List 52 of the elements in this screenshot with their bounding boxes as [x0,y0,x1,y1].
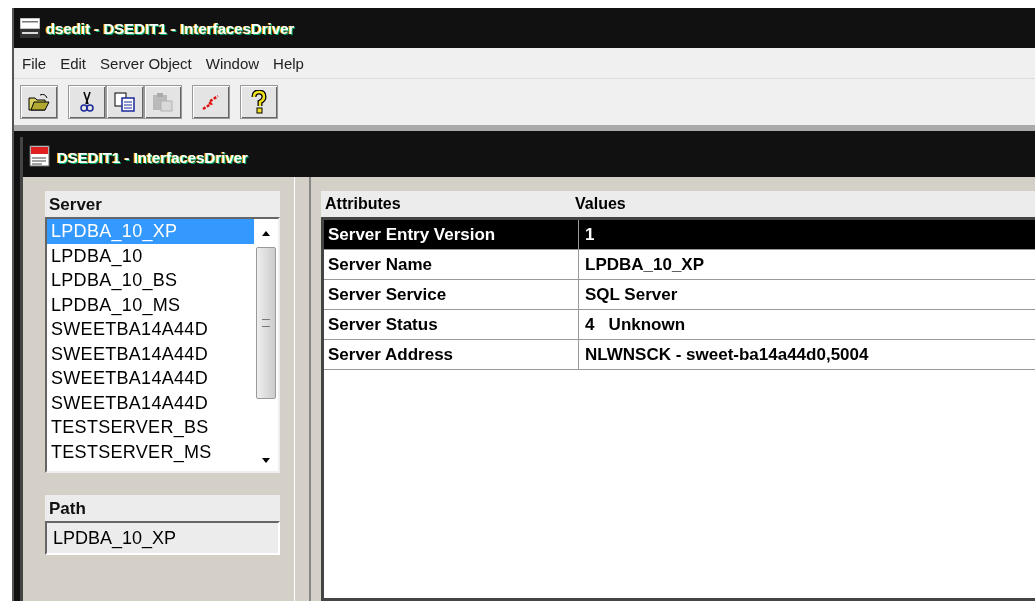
menu-item[interactable]: Server Object [100,54,192,72]
table-row[interactable]: Server Name LPDBA_10_XP [324,250,1035,280]
table-cell-text: SQL Server [584,284,678,305]
server-list-item[interactable]: LPDBA_10 [47,243,254,268]
menu-item[interactable]: Window [205,54,260,72]
scroll-up-icon[interactable] [261,229,271,237]
app-icon [20,18,40,38]
server-list-item[interactable]: SWEETBA14A44D [47,366,254,391]
menu-item[interactable]: Edit [60,54,87,72]
server-list-item[interactable]: TESTSERVER_MS [47,439,254,464]
server-list-item[interactable]: LPDBA_10_MS [47,292,254,317]
table-cell-text: 4 Unknown [584,314,686,335]
table-row[interactable]: Server Status 4 Unknown [324,310,1035,340]
server-label: Server [45,191,280,217]
server-list-item[interactable]: SWEETBA14A44D [47,341,254,366]
copy-icon [114,92,136,112]
document-icon [29,145,51,169]
scroll-down-icon[interactable] [261,457,271,465]
column-header: Attributes [324,195,402,213]
toolbar-button[interactable] [68,85,106,119]
path-label: Path [45,495,280,521]
scroll-thumb[interactable] [256,247,276,399]
question-mark-icon [251,90,267,114]
menu-item[interactable]: Help [273,54,304,72]
toolbar-button[interactable] [20,85,58,119]
table-cell: Server Address [324,340,579,369]
server-list[interactable]: LPDBA_10_XP LPDBA_10 LPDBA_10_BS LPDBA_10_MS SWEETBA14A44D SWEETBA14A44D SWEETBA14A44D SWEETBA14A44D TESTSERVER_BS TESTSERVER_MS [45,217,280,473]
scissors-icon [79,91,95,113]
paste-icon [152,92,174,112]
document-title: DSEDIT1 - InterfacesDriver [57,148,248,166]
table-cell: Server Entry Version [324,220,579,249]
toolbar-button[interactable] [240,85,278,119]
toolbar-button[interactable] [106,85,144,119]
table-cell: Server Name [324,250,579,279]
menu-item[interactable]: File [22,54,47,72]
table-cell-text: NLWNSCK - sweet-ba14a44d0,5004 [584,344,869,365]
server-list-item[interactable]: LPDBA_10_BS [47,268,254,293]
table-cell-text: 1 [584,224,595,245]
column-header: Values [575,195,626,213]
folder-icon [28,92,50,112]
server-list-item[interactable]: SWEETBA14A44D [47,390,254,415]
table-cell: Server Status [324,310,579,339]
splitter[interactable] [294,177,311,601]
window-title: dsedit - DSEDIT1 - InterfacesDriver [46,19,295,37]
path-field[interactable]: LPDBA_10_XP [45,521,280,555]
table-row[interactable]: Server Service SQL Server [324,280,1035,310]
table-cell-text: LPDBA_10_XP [584,254,705,275]
server-list-item[interactable]: TESTSERVER_BS [47,415,254,440]
server-list-item[interactable]: SWEETBA14A44D [47,317,254,342]
table-row[interactable]: Server Address NLWNSCK - sweet-ba14a44d0,5004 [324,340,1035,370]
table-row[interactable]: Server Entry Version 1 [324,220,1035,250]
table-cell: Server Service [324,280,579,309]
